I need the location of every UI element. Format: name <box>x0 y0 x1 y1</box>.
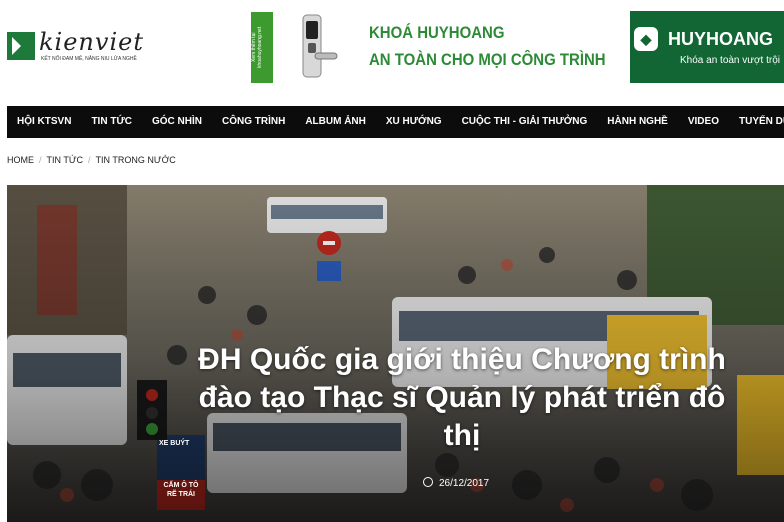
nav-item-hoi-ktsvn[interactable]: HỘI KTSVN <box>7 106 81 138</box>
article-title[interactable]: ĐH Quốc gia giới thiệu Chương trình đào … <box>197 341 727 455</box>
breadcrumb: HOME / TIN TỨC / TIN TRONG NƯỚC <box>7 155 176 165</box>
nav-item-hanh-nghe[interactable]: HÀNH NGHỀ <box>597 106 678 138</box>
ad-brand-name: HUYHOANG <box>668 29 774 49</box>
breadcrumb-separator: / <box>39 155 42 165</box>
nav-item-goc-nhin[interactable]: GÓC NHÌN <box>142 106 212 138</box>
no-left-turn-sign-text: CẤM Ô TÔ RẼ TRÁI <box>163 482 199 498</box>
article-date-text: 26/12/2017 <box>439 478 490 489</box>
logo-mark-icon <box>7 32 35 60</box>
ad-subheadline: AN TOÀN CHO MỌI CÔNG TRÌNH <box>369 50 606 69</box>
door-lock-icon <box>302 14 338 78</box>
logo-wordmark: kienviet <box>39 28 144 56</box>
bus-sign-text: XE BUÝT <box>159 440 190 447</box>
ad-slogan: Khóa an toàn vượt trội <box>680 55 780 66</box>
nav-item-video[interactable]: VIDEO <box>678 106 729 138</box>
breadcrumb-tin-trong-nuoc[interactable]: TIN TRONG NƯỚC <box>96 155 176 165</box>
banner-ad-huyhoang-brand[interactable]: ◆ HUYHOANG Khóa an toàn vượt trội <box>630 11 784 83</box>
breadcrumb-tin-tuc[interactable]: TIN TỨC <box>47 155 84 165</box>
nav-item-album-anh[interactable]: ALBUM ẢNH <box>295 106 376 138</box>
nav-item-cuoc-thi[interactable]: CUỘC THI - GIẢI THƯỞNG <box>452 106 598 138</box>
site-logo[interactable]: kienviet KẾT NỐI ĐAM MÊ, NÂNG NIU LỬA NG… <box>7 28 169 64</box>
ad-side-strip: Xem thêm tại khoahuyhoang.net <box>251 12 273 83</box>
tiger-logo-icon: ◆ <box>634 27 658 51</box>
clock-icon <box>423 477 433 487</box>
hero-featured-article[interactable]: XE BUÝT CẤM Ô TÔ RẼ TRÁI ĐH Quốc gia giớ… <box>7 185 784 522</box>
nav-item-tuyen-dung[interactable]: TUYỂN DỤNG <box>729 106 784 138</box>
banner-ad-huyhoang-lock[interactable]: Xem thêm tại khoahuyhoang.net KHOÁ HUYHO… <box>251 10 606 84</box>
breadcrumb-home[interactable]: HOME <box>7 155 34 165</box>
logo-tagline: KẾT NỐI ĐAM MÊ, NÂNG NIU LỬA NGHỀ <box>41 56 137 62</box>
main-nav: HỘI KTSVN TIN TỨC GÓC NHÌN CÔNG TRÌNH ALBUM … <box>7 106 784 138</box>
ad-headline: KHOÁ HUYHOANG <box>369 23 505 42</box>
nav-item-cong-trinh[interactable]: CÔNG TRÌNH <box>212 106 295 138</box>
nav-item-tin-tuc[interactable]: TIN TỨC <box>81 106 142 138</box>
breadcrumb-separator: / <box>88 155 91 165</box>
article-date: 26/12/2017 <box>423 477 489 489</box>
nav-item-xu-huong[interactable]: XU HƯỚNG <box>376 106 452 138</box>
